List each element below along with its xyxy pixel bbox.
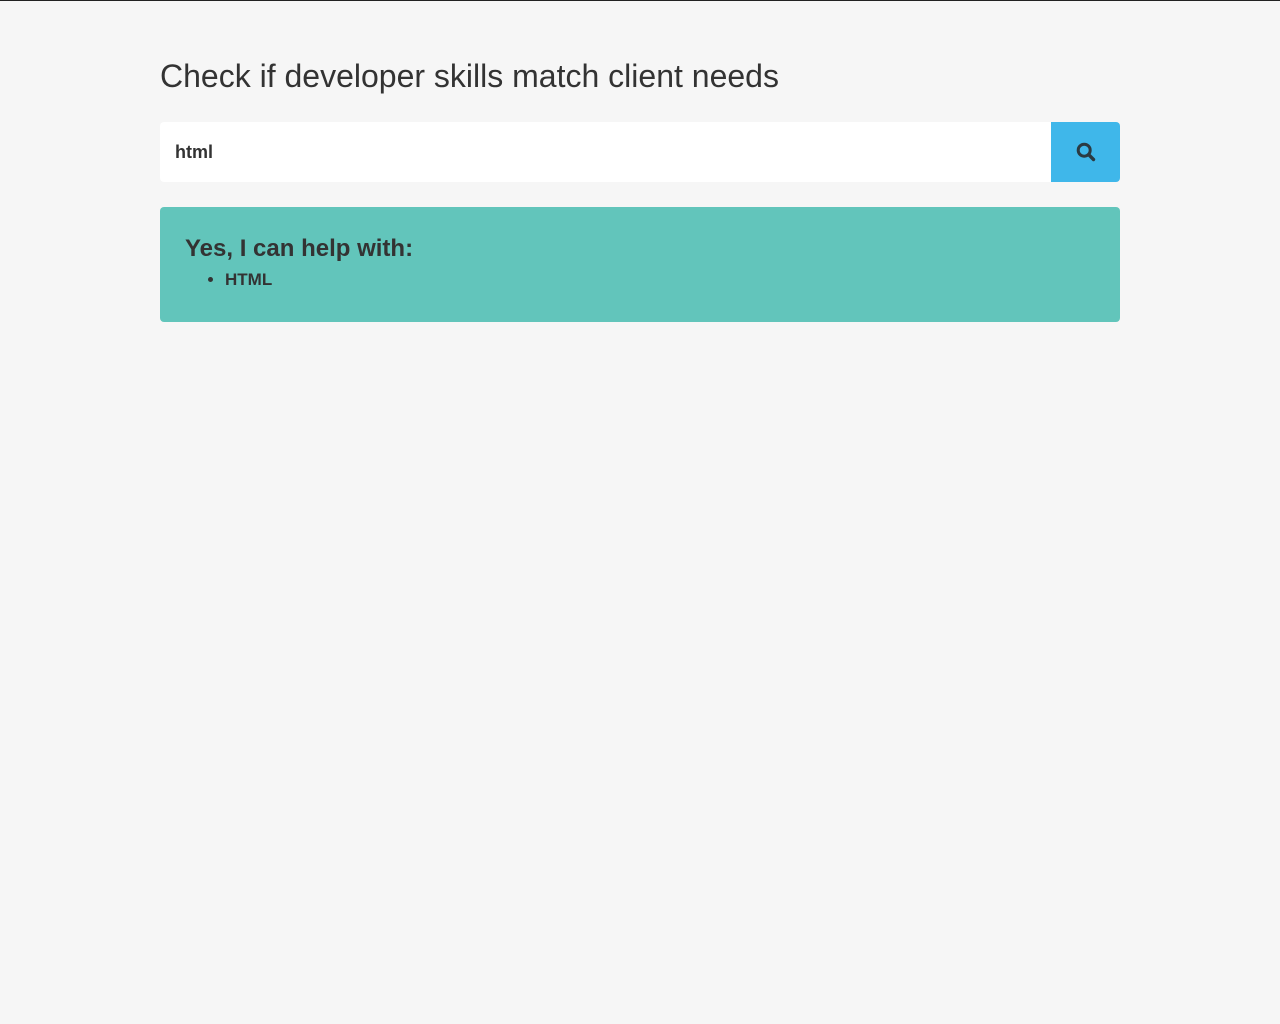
search-icon xyxy=(1076,142,1096,162)
result-heading: Yes, I can help with: xyxy=(185,235,414,262)
search-form xyxy=(160,122,1120,182)
matched-skills-list: HTML xyxy=(185,269,1095,291)
page-title: Check if developer skills match client n… xyxy=(160,58,779,94)
result-panel: Yes, I can help with: HTML xyxy=(160,207,1120,322)
skills-search-input[interactable] xyxy=(160,122,1051,182)
top-border xyxy=(0,0,1280,1)
matched-skill-item: HTML xyxy=(225,269,1095,291)
search-button[interactable] xyxy=(1051,122,1120,182)
